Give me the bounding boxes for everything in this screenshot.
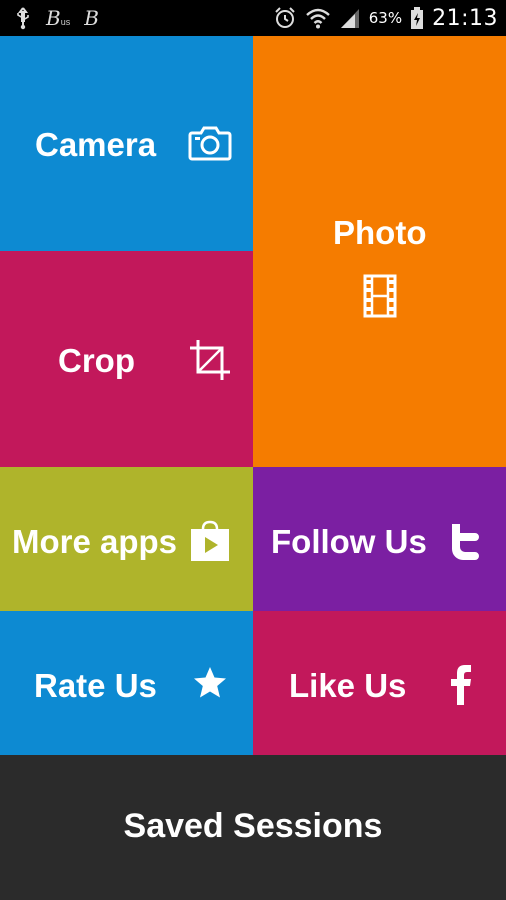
clock: 21:13 <box>432 5 498 31</box>
like-us-label: Like Us <box>289 667 407 704</box>
play-store-bag-icon <box>191 520 229 561</box>
film-strip-icon <box>363 274 397 318</box>
b-icon: B <box>84 6 99 30</box>
alarm-icon <box>275 7 295 28</box>
rate-us-tile[interactable]: Rate Us <box>0 611 253 755</box>
status-bar-system: 63% 21:13 <box>273 4 498 32</box>
signal-icon <box>340 9 359 28</box>
battery-charging-icon <box>411 7 424 29</box>
photo-label: Photo <box>333 214 427 251</box>
like-us-tile[interactable]: Like Us <box>253 611 506 755</box>
camera-tile[interactable]: Camera <box>0 36 253 251</box>
status-bar-notifications: Bus B <box>14 4 99 32</box>
saved-sessions-button[interactable]: Saved Sessions <box>0 755 506 900</box>
wifi-icon <box>305 8 330 29</box>
saved-sessions-label: Saved Sessions <box>123 807 383 845</box>
twitter-icon <box>452 524 479 560</box>
crop-icon <box>190 340 230 380</box>
crop-tile[interactable]: Crop <box>0 251 253 467</box>
rate-us-label: Rate Us <box>34 667 157 704</box>
crop-label: Crop <box>58 342 135 379</box>
more-apps-label: More apps <box>12 523 178 560</box>
star-icon <box>194 667 226 698</box>
usb-icon <box>17 7 29 30</box>
status-bar: Bus B 63% 21:13 <box>0 0 506 36</box>
follow-us-label: Follow Us <box>271 523 427 560</box>
battery-percent: 63% <box>368 9 403 27</box>
b-us-icon: Bus <box>46 6 71 30</box>
photo-tile[interactable]: Photo <box>253 36 506 467</box>
follow-us-tile[interactable]: Follow Us <box>253 467 506 611</box>
more-apps-tile[interactable]: More apps <box>0 467 253 611</box>
camera-icon <box>188 126 232 161</box>
camera-label: Camera <box>35 126 157 163</box>
screen: Bus B 63% 21:13 Camera Photo Crop More a… <box>0 0 506 900</box>
facebook-icon <box>451 665 471 705</box>
